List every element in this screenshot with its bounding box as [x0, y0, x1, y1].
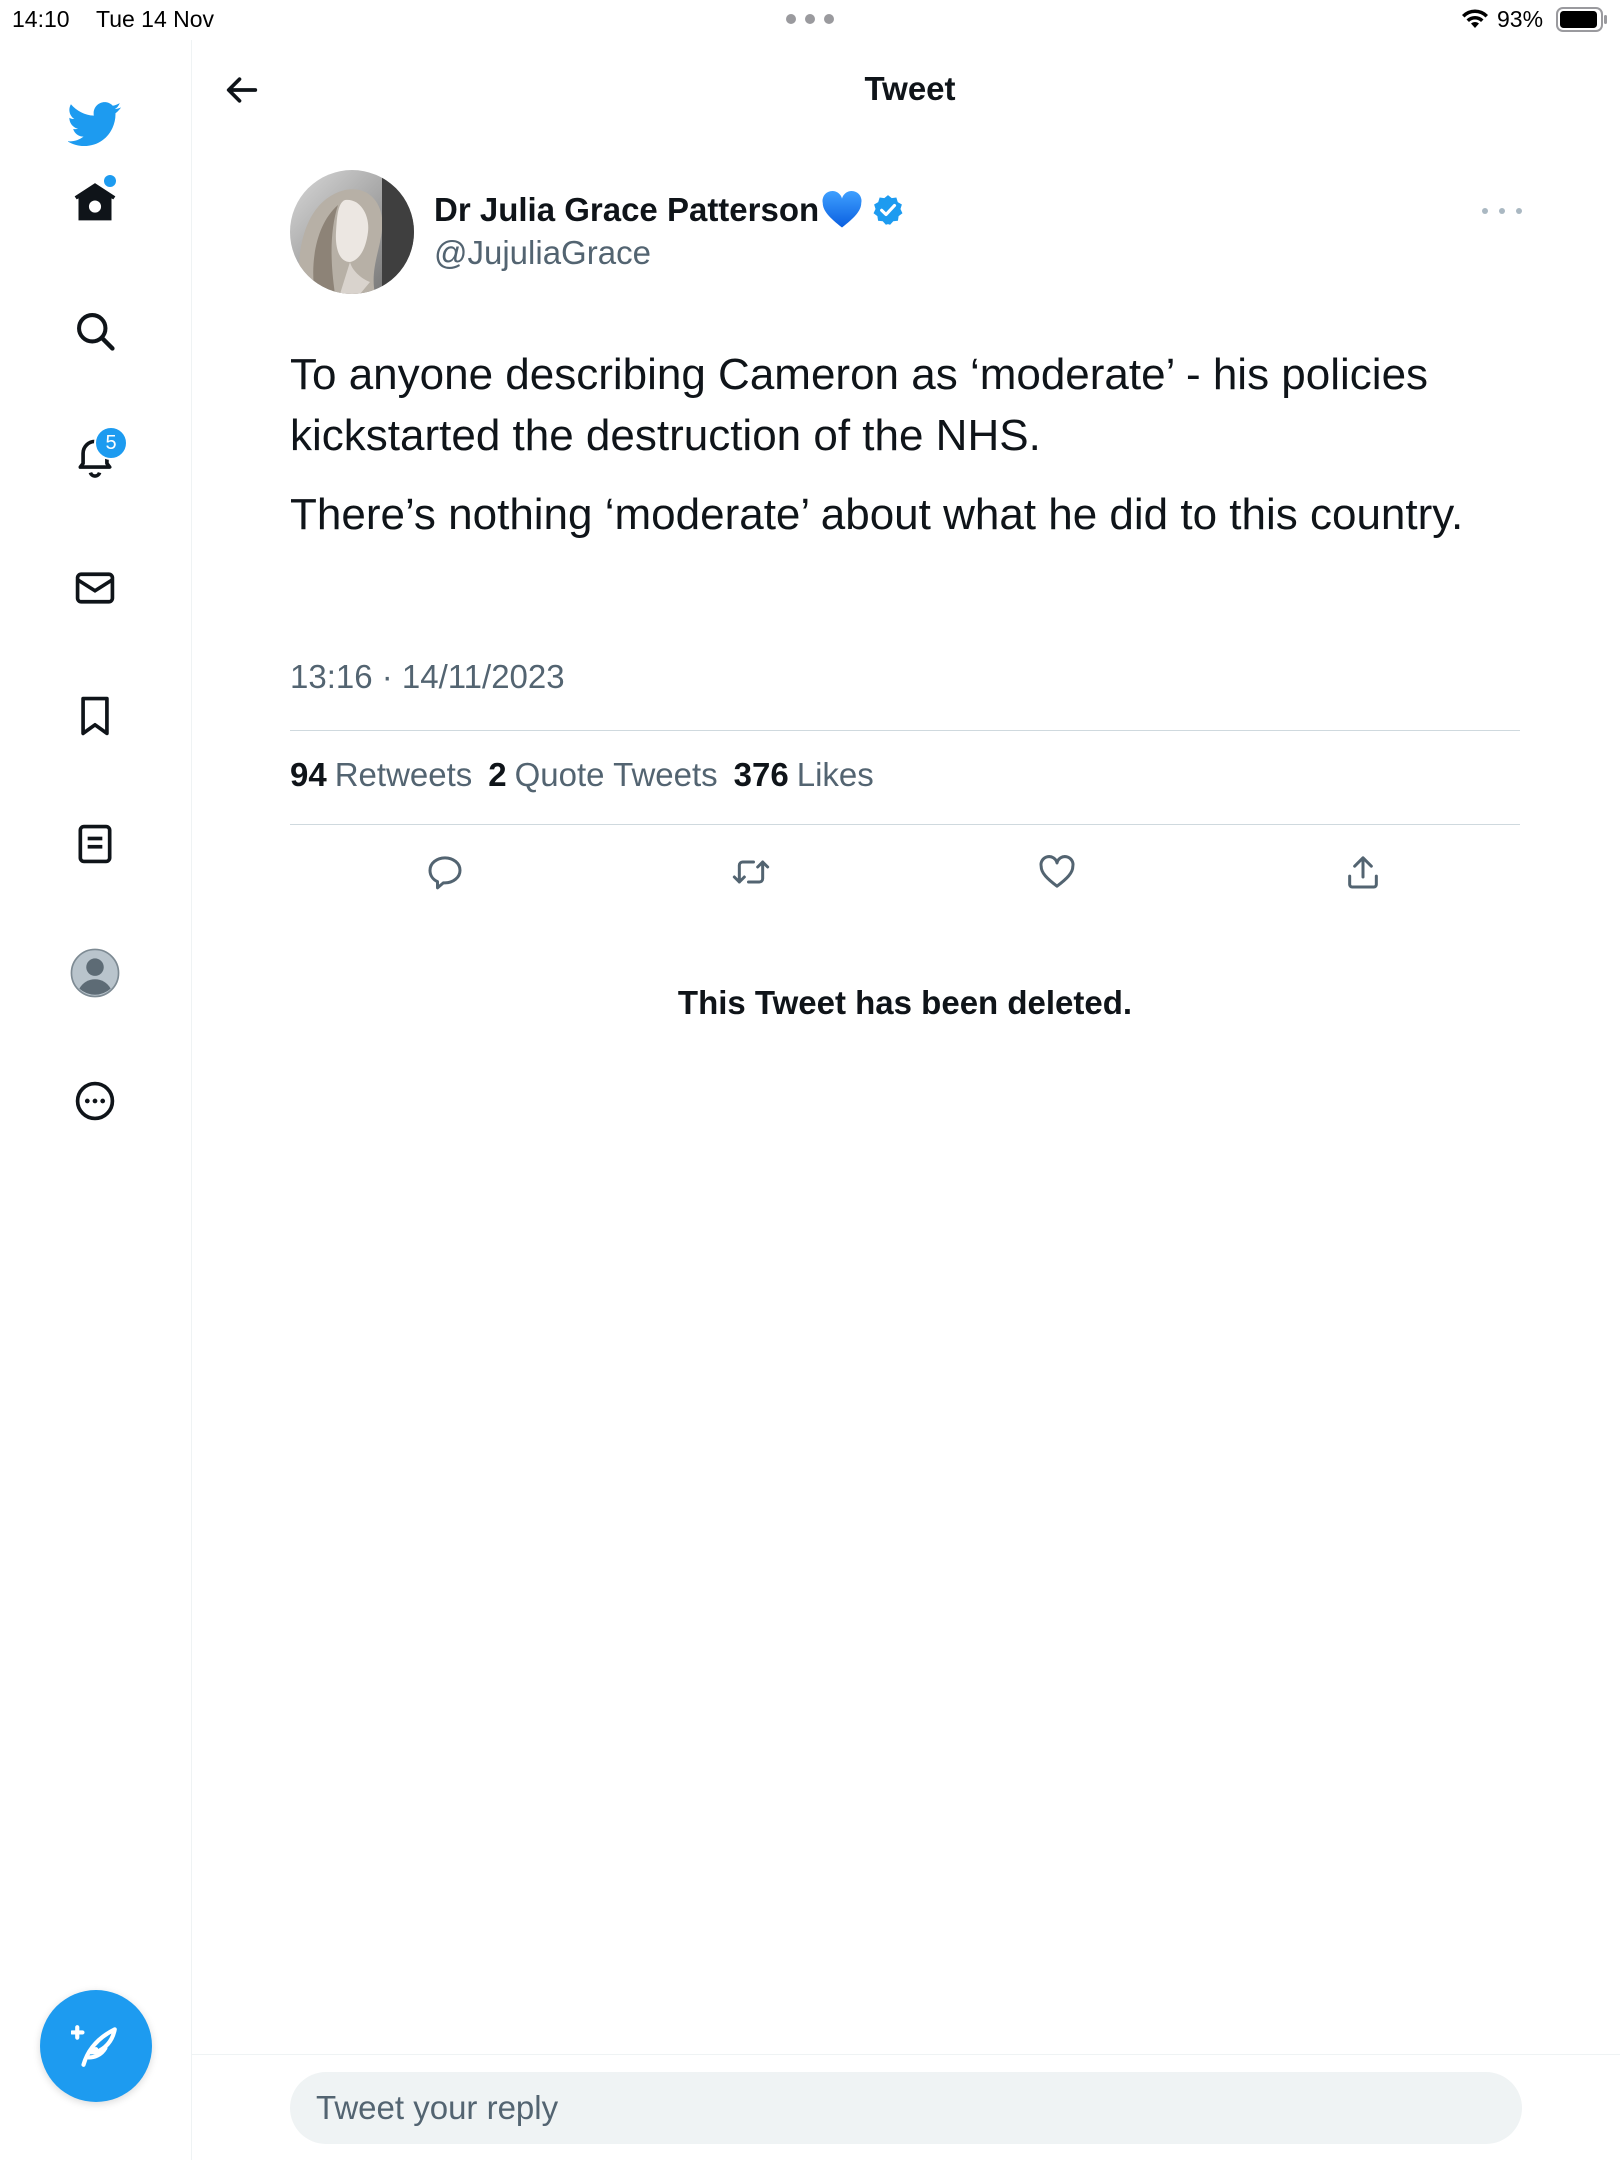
- wifi-icon: [1462, 9, 1488, 28]
- back-arrow-icon: [226, 77, 258, 103]
- quote-tweets-label: Quote Tweets: [514, 756, 718, 793]
- like-button[interactable]: [1033, 848, 1081, 896]
- retweet-icon: [732, 860, 770, 884]
- envelope-icon: [75, 572, 115, 604]
- retweet-button[interactable]: [727, 848, 775, 896]
- quote-tweets-count: 2: [488, 756, 507, 793]
- blue-heart-emoji-icon: [822, 190, 862, 228]
- sidebar-item-lists[interactable]: [62, 811, 128, 877]
- sidebar-item-bookmarks[interactable]: [62, 683, 128, 749]
- author-name[interactable]: Dr Julia Grace Patterson: [434, 190, 905, 230]
- home-unread-dot: [104, 175, 116, 187]
- divider: [290, 730, 1520, 731]
- retweets-stat[interactable]: 94 Retweets: [290, 756, 472, 794]
- verified-badge-icon: [873, 195, 903, 225]
- divider: [290, 824, 1520, 825]
- share-icon: [1348, 856, 1378, 889]
- status-bar: 14:10 Tue 14 Nov 93%: [0, 0, 1620, 40]
- likes-stat[interactable]: 376 Likes: [734, 756, 874, 794]
- sidebar: 5: [0, 40, 192, 2160]
- sidebar-item-explore[interactable]: [62, 298, 128, 364]
- sidebar-item-profile[interactable]: [62, 940, 128, 1006]
- battery-percentage: 93%: [1497, 6, 1544, 32]
- author-handle[interactable]: @JujuliaGrace: [434, 234, 651, 272]
- avatar-icon: [70, 948, 120, 998]
- more-circle-icon: [75, 1081, 115, 1121]
- compose-feather-icon: [71, 2025, 117, 2067]
- page-title: Tweet: [864, 70, 956, 107]
- author-name-text: Dr Julia Grace Patterson: [434, 191, 820, 228]
- like-icon: [1039, 855, 1075, 888]
- reply-button[interactable]: [421, 848, 469, 896]
- list-icon: [78, 824, 112, 864]
- tweet-paragraph: There’s nothing ‘moderate’ about what he…: [290, 490, 1464, 539]
- likes-count: 376: [733, 756, 789, 793]
- reply-icon: [428, 856, 462, 890]
- profile-photo: [290, 170, 414, 294]
- reply-bar: [192, 2054, 1620, 2160]
- author-avatar[interactable]: [290, 170, 414, 294]
- reply-input[interactable]: [290, 2072, 1522, 2144]
- sidebar-item-home[interactable]: [62, 169, 128, 235]
- sidebar-item-messages[interactable]: [62, 555, 128, 621]
- tweet-more-options-button[interactable]: [1482, 196, 1522, 226]
- likes-label: Likes: [796, 756, 874, 793]
- tweet-timestamp[interactable]: 13:16 · 14/11/2023: [290, 658, 565, 696]
- sidebar-item-notifications[interactable]: 5: [62, 424, 128, 490]
- share-button[interactable]: [1339, 848, 1387, 896]
- sidebar-item-more[interactable]: [62, 1068, 128, 1134]
- compose-tweet-button[interactable]: [40, 1990, 152, 2102]
- status-date: Tue 14 Nov: [96, 6, 215, 32]
- deleted-tweet-notice: This Tweet has been deleted.: [677, 984, 1133, 1021]
- retweets-count: 94: [290, 756, 327, 793]
- twitter-logo[interactable]: [62, 91, 128, 157]
- quote-tweets-stat[interactable]: 2 Quote Tweets: [488, 756, 717, 794]
- notification-badge: 5: [94, 426, 128, 460]
- tweet-paragraph: To anyone describing Cameron as ‘moderat…: [290, 350, 1429, 460]
- bird-icon: [68, 102, 122, 147]
- tweet-body: To anyone describing Cameron as ‘moderat…: [290, 344, 1530, 563]
- multitasking-dots-icon[interactable]: [786, 14, 834, 24]
- search-icon: [77, 313, 115, 351]
- tweet-stats: 94 Retweets 2 Quote Tweets 376 Likes: [290, 756, 874, 794]
- retweets-label: Retweets: [334, 756, 473, 793]
- back-button[interactable]: [218, 66, 266, 114]
- battery-icon: [1556, 7, 1607, 32]
- status-time: 14:10: [12, 6, 70, 32]
- bookmark-icon: [81, 696, 109, 736]
